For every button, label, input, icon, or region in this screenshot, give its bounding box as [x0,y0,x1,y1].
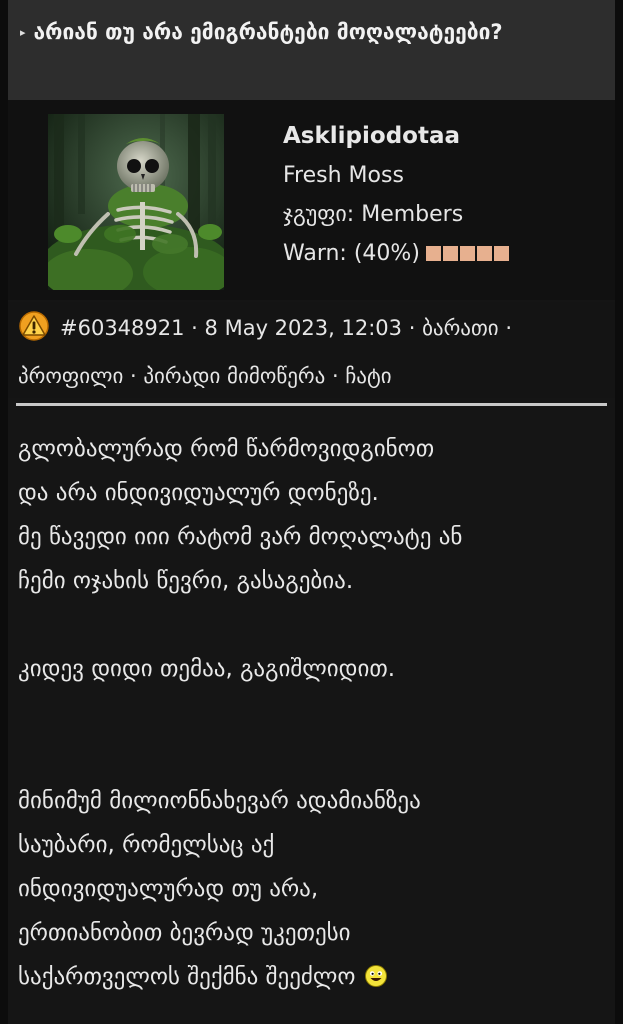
post-text-line: ერთიანობით ბევრად უკეთესი [18,920,351,946]
smiley-icon [364,959,388,1003]
topic-title-text[interactable]: არიან თუ არა ემიგრანტები მოღალატეები? [34,20,503,44]
meta-separator: · [130,364,137,388]
post-text-line: ინდივიდუალურად თუ არა, [18,876,319,902]
topic-title[interactable]: ▸ არიან თუ არა ემიგრანტები მოღალატეები? [20,12,600,53]
warning-icon[interactable] [18,310,50,356]
topic-arrow-icon: ▸ [20,26,26,39]
avatar[interactable] [48,114,224,290]
warn-segment [442,245,458,261]
topic-header: ▸ არიან თუ არა ემიგრანტები მოღალატეები? [8,0,615,100]
post-text-line: ჩემი ოჯახის წევრი, გასაგებია. [18,568,354,594]
card-link[interactable]: ბარათი [422,316,499,340]
post-text-line: საქართველოს შექმნა შეეძლო [18,964,356,990]
warn-label: Warn: (40%) [283,241,420,266]
chat-link[interactable]: ჩატი [345,364,391,388]
author-group: ჯგუფი: Members [283,202,464,227]
post-date: 8 May 2023, 12:03 [204,316,402,340]
author-warn: Warn: (40%) [283,234,603,274]
warn-segment [476,245,492,261]
post-text-line: მე წავედი იიი რატომ ვარ მოღალატე ან [18,524,463,550]
private-message-link[interactable]: პირადი მიმოწერა [143,364,325,388]
post-divider [16,403,607,406]
post-number[interactable]: #60348921 [60,316,184,340]
author-name[interactable]: Asklipiodotaa [283,116,603,156]
warn-segment [493,245,509,261]
meta-separator: · [505,316,513,340]
author-rank: Fresh Moss [283,163,404,188]
warn-segment [425,245,441,261]
profile-link[interactable]: პროფილი [18,364,123,388]
post-text-line: კიდევ დიდი თემაა, გაგიშლიდით. [18,656,396,682]
post-text-line: მინიმუმ მილიონნახევარ ადამიანზეა [18,788,421,814]
post-text-line: საუბარი, რომელსაც აქ [18,832,275,858]
post-text-line: და არა ინდივიდუალურ დონეზე. [18,480,379,506]
meta-separator: · [331,364,339,388]
warn-level-bar [425,235,511,274]
post-text-last-line: საქართველოს შექმნა შეეძლო [18,955,608,1003]
author-panel: Asklipiodotaa Fresh Moss ჯგუფი: Members … [8,100,615,300]
meta-separator: · [408,316,416,340]
author-info: Asklipiodotaa Fresh Moss ჯგუფი: Members … [283,116,603,274]
post-text-line: გლობალურად რომ წარმოვიდგინოთ [18,436,435,462]
meta-separator: · [191,316,198,340]
post-meta-line: #60348921 · 8 May 2023, 12:03 · ბარათი ·… [18,308,608,397]
post-body: გლობალურად რომ წარმოვიდგინოთ და არა ინდი… [18,427,608,1003]
post-meta: #60348921 · 8 May 2023, 12:03 · ბარათი ·… [8,302,615,398]
warn-segment [459,245,475,261]
